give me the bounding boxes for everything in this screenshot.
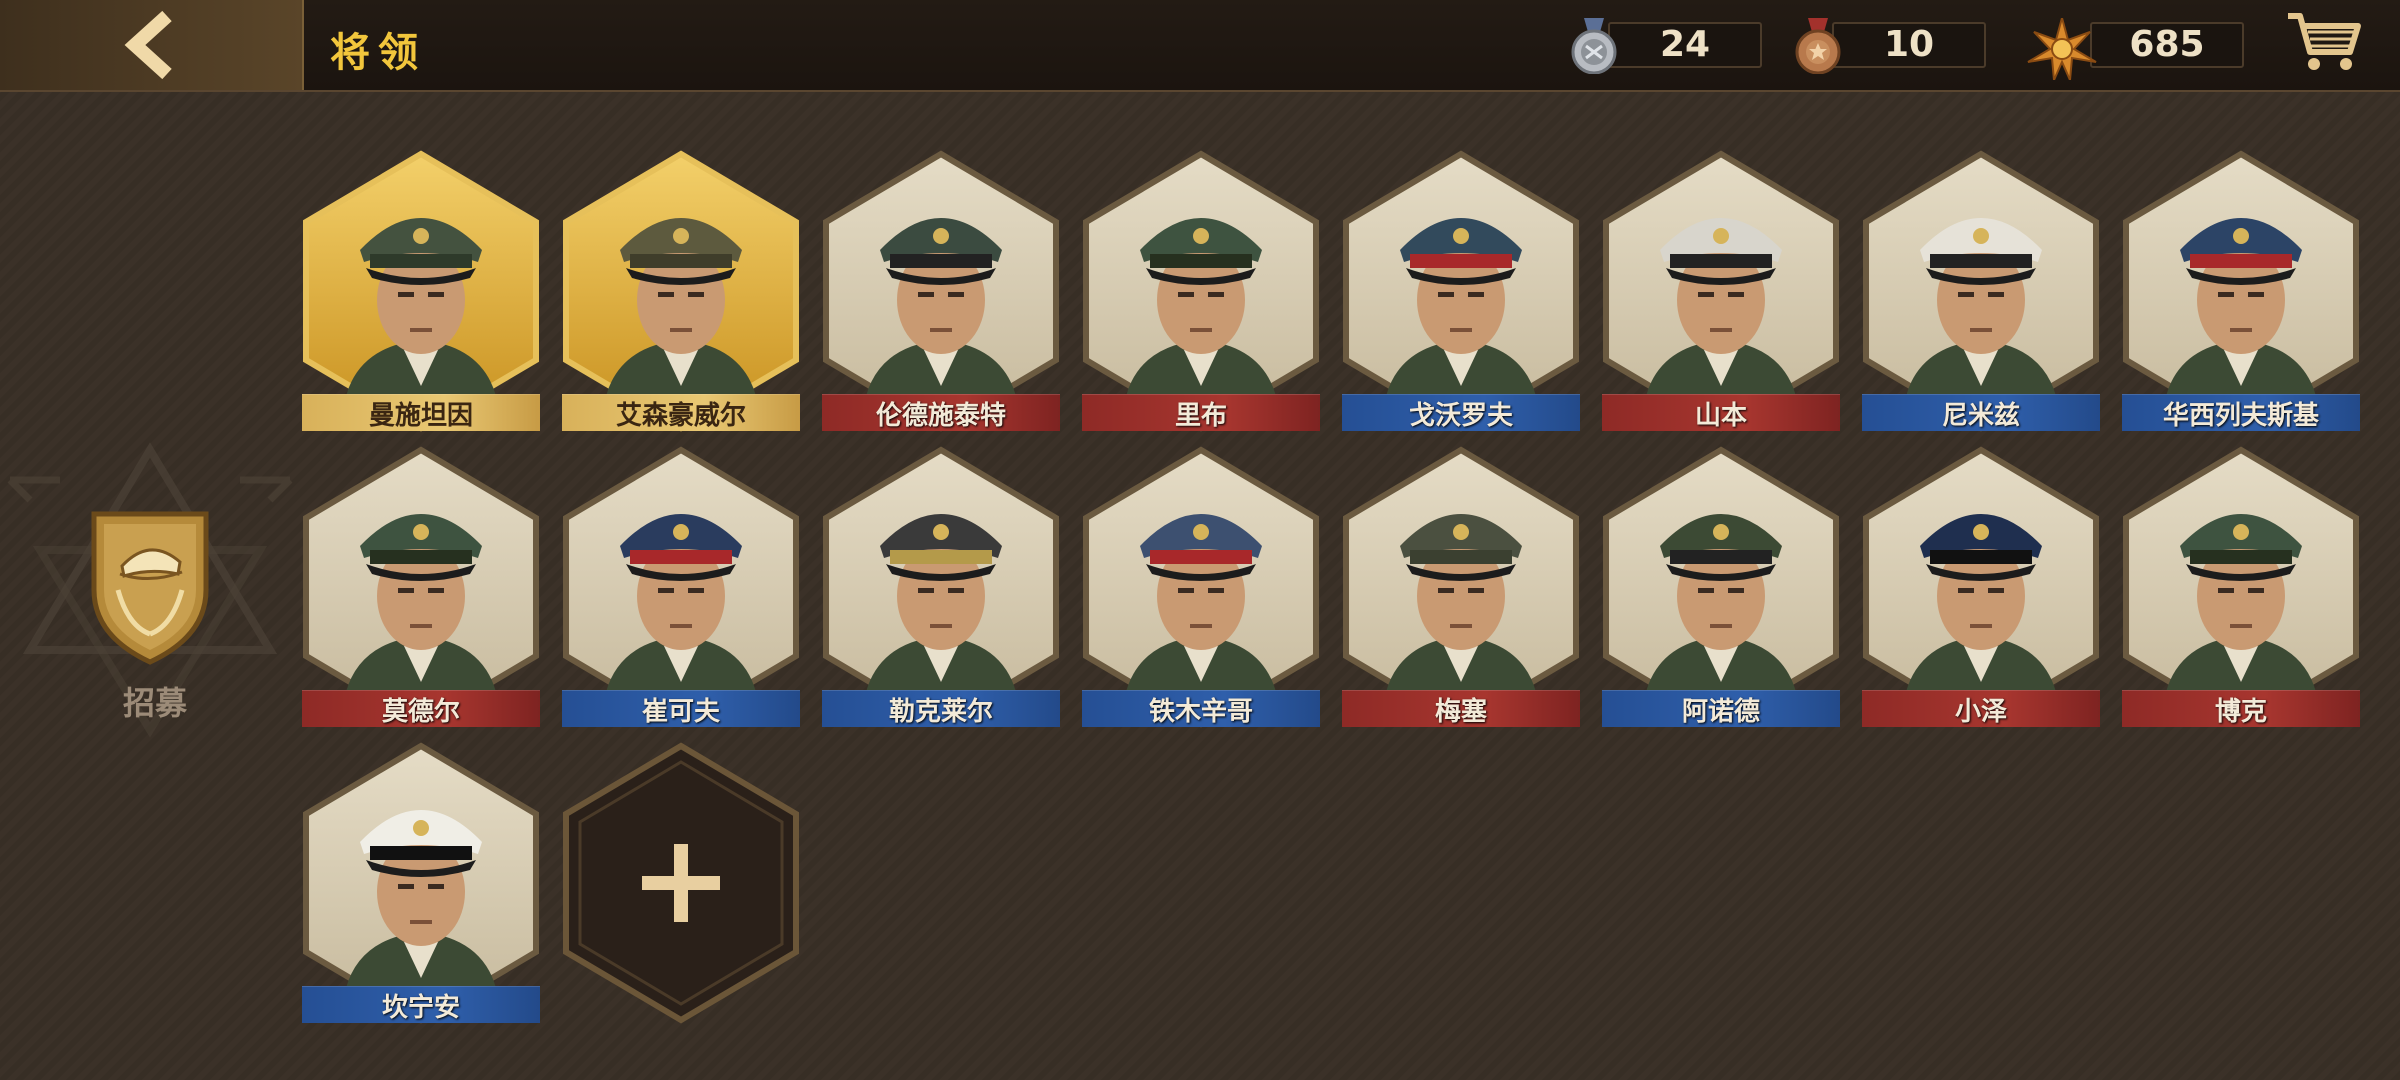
general-name: 阿诺德: [1602, 690, 1840, 727]
general-portrait: [1646, 218, 1796, 396]
resource-bronze-medal: 10: [1792, 18, 1992, 74]
resource-silver-medal: 24: [1568, 18, 1768, 74]
general-card[interactable]: 勒克莱尔: [820, 446, 1062, 728]
general-portrait: [346, 514, 496, 692]
general-name: 伦德施泰特: [822, 394, 1060, 431]
general-card[interactable]: 里布: [1080, 150, 1322, 432]
general-name: 曼施坦因: [302, 394, 540, 431]
general-card[interactable]: 梅塞: [1340, 446, 1582, 728]
general-card[interactable]: 山本: [1600, 150, 1842, 432]
general-name: 戈沃罗夫: [1342, 394, 1580, 431]
general-portrait: [346, 810, 496, 988]
cart-icon[interactable]: [2284, 8, 2364, 78]
general-name: 里布: [1082, 394, 1320, 431]
general-portrait: [2166, 218, 2316, 396]
resource-star-badge: 685: [2026, 18, 2256, 80]
general-card[interactable]: 崔可夫: [560, 446, 802, 728]
bronze-medal-icon: [1795, 18, 1841, 74]
recruit-label: 招募: [122, 684, 187, 722]
general-name: 崔可夫: [562, 690, 800, 727]
general-portrait: [1126, 514, 1276, 692]
general-name: 博克: [2122, 690, 2360, 727]
back-button[interactable]: [0, 0, 304, 90]
chevron-left-icon: [124, 10, 172, 80]
general-portrait: [1386, 218, 1536, 396]
general-card[interactable]: 阿诺德: [1600, 446, 1842, 728]
resource-value: 685: [2090, 22, 2244, 68]
resource-value: 24: [1608, 22, 1762, 68]
general-name: 莫德尔: [302, 690, 540, 727]
general-name: 尼米兹: [1862, 394, 2100, 431]
general-portrait: [1646, 514, 1796, 692]
general-card[interactable]: 小泽: [1860, 446, 2102, 728]
general-portrait: [606, 514, 756, 692]
general-portrait: [866, 218, 1016, 396]
top-bar: 将领 24 10 685: [0, 0, 2400, 92]
general-portrait: [606, 218, 756, 396]
resource-value: 10: [1832, 22, 1986, 68]
general-card[interactable]: 坎宁安: [300, 742, 542, 1024]
add-general-button[interactable]: [560, 742, 802, 1024]
general-portrait: [1386, 514, 1536, 692]
general-card[interactable]: 华西列夫斯基: [2120, 150, 2362, 432]
general-name: 小泽: [1862, 690, 2100, 727]
general-name: 铁木辛哥: [1082, 690, 1320, 727]
general-portrait: [866, 514, 1016, 692]
plus-icon: [642, 844, 720, 922]
general-name: 坎宁安: [302, 986, 540, 1023]
general-name: 梅塞: [1342, 690, 1580, 727]
general-portrait: [346, 218, 496, 396]
general-portrait: [1906, 514, 2056, 692]
general-portrait: [1906, 218, 2056, 396]
general-card[interactable]: 艾森豪威尔: [560, 150, 802, 432]
general-card[interactable]: 博克: [2120, 446, 2362, 728]
general-card[interactable]: 曼施坦因: [300, 150, 542, 432]
general-card[interactable]: 铁木辛哥: [1080, 446, 1322, 728]
general-name: 华西列夫斯基: [2122, 394, 2360, 431]
general-card[interactable]: 戈沃罗夫: [1340, 150, 1582, 432]
general-name: 勒克莱尔: [822, 690, 1060, 727]
general-card[interactable]: 莫德尔: [300, 446, 542, 728]
silver-medal-icon: [1571, 18, 1617, 74]
general-card[interactable]: 尼米兹: [1860, 150, 2102, 432]
star-badge-icon: [2027, 18, 2097, 80]
general-card[interactable]: 伦德施泰特: [820, 150, 1062, 432]
page-title: 将领: [330, 30, 426, 76]
general-portrait: [2166, 514, 2316, 692]
general-name: 艾森豪威尔: [562, 394, 800, 431]
general-portrait: [1126, 218, 1276, 396]
general-name: 山本: [1602, 394, 1840, 431]
